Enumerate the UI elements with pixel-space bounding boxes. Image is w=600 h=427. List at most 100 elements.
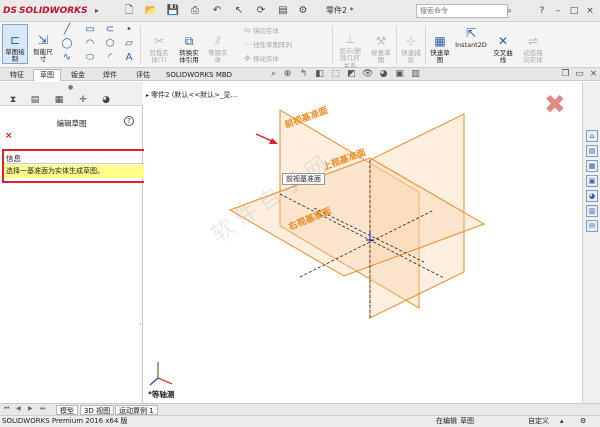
- convert-entities-button[interactable]: ⧉ 转换实 体引用: [176, 26, 202, 65]
- display-relations-button[interactable]: ⊥ 显示/删 除几何 关系: [336, 24, 364, 70]
- quick-snaps-label: 快速捕 捉: [401, 48, 421, 64]
- tile-icon[interactable]: ▭: [574, 69, 585, 80]
- slot-icon[interactable]: ⊂: [103, 24, 117, 36]
- polygon-icon[interactable]: ⬡: [103, 38, 117, 50]
- smart-dimension-icon: ⇲: [37, 32, 49, 47]
- design-library-icon[interactable]: ▤: [586, 145, 598, 157]
- exit-sketch-button[interactable]: ⊏ 草图绘 制: [3, 25, 27, 64]
- fillet-icon[interactable]: ◜: [103, 52, 117, 64]
- options-icon[interactable]: ⚙: [296, 4, 310, 18]
- tab-evaluate[interactable]: 评估: [128, 69, 158, 81]
- configuration-manager-icon[interactable]: ▦: [52, 95, 66, 106]
- convert-entities-label: 转换实 体引用: [179, 48, 199, 64]
- graphics-area[interactable]: 前视基准面 上视基准面 右视基准面 软件自学网 ▸ 零件2 (默认<<默认>_显.…: [144, 82, 582, 403]
- zoom-area-icon[interactable]: ⊕: [282, 69, 293, 80]
- next-tab-icon[interactable]: ▶: [28, 405, 33, 412]
- feature-tree-flyout[interactable]: ▸ 零件2 (默认<<默认>_显...: [146, 90, 237, 100]
- last-tab-icon[interactable]: ⏭: [40, 405, 45, 413]
- dynamic-mirror-button[interactable]: ⇌ 动态镜 向实体: [519, 26, 547, 65]
- scene-icon[interactable]: ▣: [394, 69, 405, 80]
- hide-show-icon[interactable]: 👁: [362, 69, 373, 80]
- tab-sheet-metal[interactable]: 钣金: [64, 69, 92, 81]
- quick-snaps-button[interactable]: ⊹ 快速捕 捉: [398, 26, 424, 65]
- panel-grip-icon[interactable]: ●: [68, 85, 74, 91]
- linear-pattern-label: 线性草图阵列: [253, 41, 292, 49]
- rectangle-icon[interactable]: ▭: [83, 24, 97, 36]
- custom-properties-icon[interactable]: ▥: [586, 205, 598, 217]
- new-document-icon[interactable]: 🗋: [122, 4, 136, 18]
- appearance-icon[interactable]: ◕: [378, 69, 389, 80]
- view-palette-icon[interactable]: ▣: [586, 175, 598, 187]
- close-doc-icon[interactable]: ×: [588, 69, 599, 80]
- solidworks-logo[interactable]: DS SOLIDWORKS: [3, 4, 88, 18]
- circle-icon[interactable]: ◯: [60, 38, 74, 50]
- print-icon[interactable]: ⎙: [188, 4, 202, 18]
- linear-pattern-button[interactable]: ⋯线性草图阵列: [244, 40, 292, 50]
- tab-mbd[interactable]: SOLIDWORKS MBD: [161, 69, 237, 81]
- prev-tab-icon[interactable]: ◀: [16, 405, 21, 412]
- move-entities-button[interactable]: ✥ 移动实体: [244, 54, 279, 64]
- arc-icon[interactable]: ◠: [83, 38, 97, 50]
- line-icon[interactable]: ╱: [60, 24, 74, 36]
- display-style-icon[interactable]: ◩: [346, 69, 357, 80]
- file-properties-icon[interactable]: ▤: [276, 4, 290, 18]
- zoom-to-fit-icon[interactable]: ⌕: [268, 69, 279, 80]
- file-explorer-icon[interactable]: ▦: [586, 160, 598, 172]
- property-manager-icon[interactable]: ▤: [28, 95, 42, 106]
- restore-icon[interactable]: ❐: [560, 69, 571, 80]
- help-icon[interactable]: ?: [124, 116, 134, 126]
- tree-item-part: 零件2 (默认<<默认>_显...: [151, 91, 238, 99]
- cancel-sketch-icon[interactable]: ✖: [544, 92, 566, 118]
- tab-features[interactable]: 特征: [4, 69, 30, 81]
- tab-model[interactable]: 模型: [56, 405, 78, 415]
- save-icon[interactable]: 💾: [166, 4, 180, 18]
- first-tab-icon[interactable]: ⏮: [4, 405, 9, 413]
- menu-expand-icon[interactable]: ▸: [95, 6, 103, 16]
- undo-icon[interactable]: ↶: [210, 4, 224, 18]
- ellipse-icon[interactable]: ⬭: [83, 52, 97, 64]
- solidworks-resources-icon[interactable]: ⌂: [586, 130, 598, 142]
- mirror-entities-button[interactable]: ⇋ 镜向实体: [244, 26, 279, 36]
- open-document-icon[interactable]: 📂: [144, 4, 158, 18]
- text-icon[interactable]: A: [122, 52, 136, 64]
- dimxpert-icon[interactable]: ✛: [76, 95, 90, 106]
- ribbon-separator: [140, 26, 141, 64]
- maximize-icon[interactable]: □: [568, 4, 580, 18]
- help-dropdown-icon[interactable]: ?: [536, 4, 548, 18]
- trim-entities-button[interactable]: ✂ 剪裁实 体(T): [146, 26, 172, 65]
- relations-icon: ⊥: [344, 31, 356, 46]
- tree-expand-icon[interactable]: ▸: [146, 92, 149, 99]
- section-view-icon[interactable]: ◧: [314, 69, 325, 80]
- point-icon[interactable]: •: [122, 24, 136, 36]
- feature-manager-icon[interactable]: ⧗: [6, 95, 20, 106]
- select-icon[interactable]: ↖: [232, 4, 246, 18]
- units-dropdown-icon[interactable]: ▴: [560, 416, 564, 427]
- appearances-icon[interactable]: ◕: [586, 190, 598, 202]
- repair-sketch-button[interactable]: ⚒ 修复草 图: [368, 26, 394, 65]
- view-settings-icon[interactable]: ▥: [410, 69, 421, 80]
- spline-icon[interactable]: ∿: [60, 52, 74, 64]
- cancel-icon[interactable]: ×: [5, 131, 13, 141]
- tab-sketch[interactable]: 草图: [33, 69, 61, 81]
- minimize-icon[interactable]: –: [552, 4, 564, 18]
- status-options-icon[interactable]: ⚙: [580, 416, 586, 427]
- previous-view-icon[interactable]: ↰: [298, 69, 309, 80]
- plane-icon[interactable]: ▱: [122, 38, 136, 50]
- forum-icon[interactable]: ✉: [586, 220, 598, 232]
- offset-entities-button[interactable]: ⫽ 等距实 体: [205, 26, 231, 65]
- close-window-icon[interactable]: ×: [584, 4, 596, 18]
- display-manager-icon[interactable]: ◕: [99, 95, 113, 106]
- search-icon[interactable]: ⌕: [507, 4, 519, 18]
- rapid-sketch-button[interactable]: ▦ 快速草 图: [427, 26, 453, 65]
- logo-text: SOLIDWORKS: [18, 6, 88, 16]
- tab-3d-view[interactable]: 3D 视图: [80, 405, 115, 415]
- rebuild-icon[interactable]: ⟳: [254, 4, 268, 18]
- smart-dimension-button[interactable]: ⇲ 智能尺 寸: [30, 25, 56, 64]
- instant2d-button[interactable]: ⇱ Instant2D: [454, 26, 488, 50]
- view-orientation-icon[interactable]: ⬚: [330, 69, 341, 80]
- status-units[interactable]: 自定义: [528, 416, 549, 427]
- tab-motion-study[interactable]: 运动算例 1: [115, 405, 158, 415]
- intersection-curve-button[interactable]: ✕ 交叉曲 线: [490, 26, 516, 65]
- tab-weldments[interactable]: 焊件: [95, 69, 125, 81]
- search-input[interactable]: 搜索命令: [416, 4, 508, 18]
